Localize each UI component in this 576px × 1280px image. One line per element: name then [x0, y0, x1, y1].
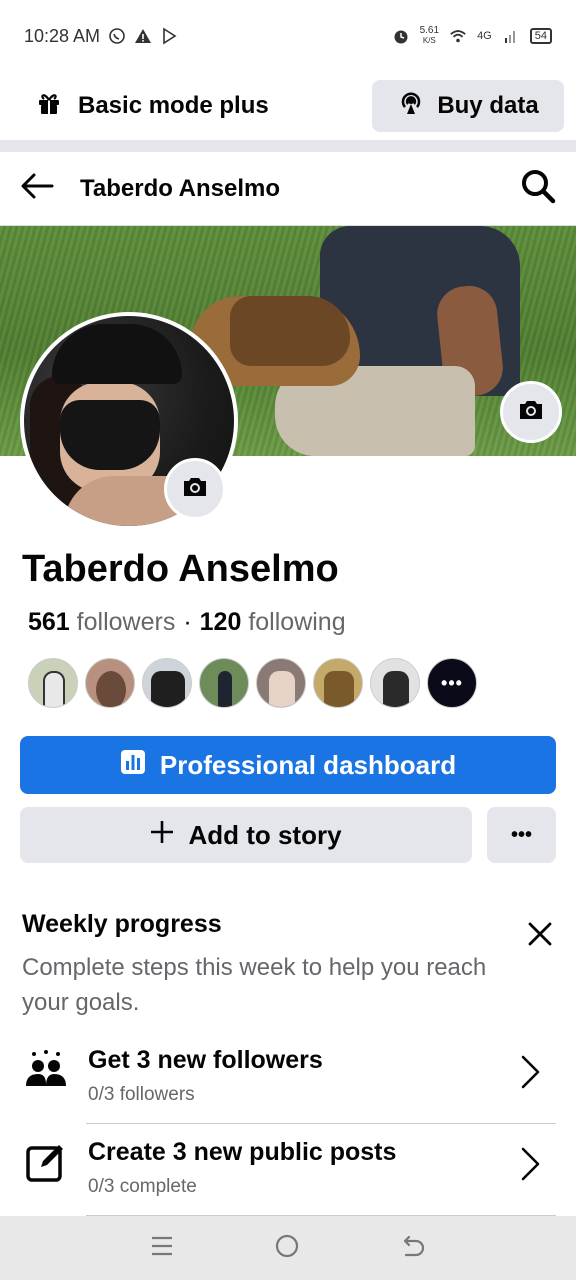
following-stat[interactable]: 120 following: [200, 608, 346, 637]
plus-icon: [150, 820, 174, 851]
whatsapp-icon: [108, 27, 126, 45]
friend-avatar[interactable]: [256, 658, 306, 708]
more-friends-button[interactable]: •••: [427, 658, 477, 708]
avatar-cap: [52, 324, 182, 384]
friend-avatar[interactable]: [199, 658, 249, 708]
camera-icon: [517, 398, 545, 427]
people-icon: [24, 1048, 68, 1092]
wifi-icon: [449, 27, 467, 45]
status-bar: 10:28 AM 5.61 K/S 4G 54: [0, 0, 576, 72]
chevron-right-icon: [518, 1054, 542, 1095]
close-icon[interactable]: [526, 920, 554, 953]
buy-data-text: Buy data: [437, 92, 539, 119]
friend-avatars: •••: [28, 658, 477, 708]
bar-chart-icon: [120, 749, 146, 782]
camera-icon: [181, 475, 209, 504]
task-subtitle: 0/3 complete: [88, 1176, 197, 1197]
system-nav-bar: [0, 1216, 576, 1280]
task-item-followers[interactable]: Get 3 new followers 0/3 followers: [0, 1032, 576, 1124]
task-title: Create 3 new public posts: [88, 1138, 397, 1166]
edit-icon: [24, 1140, 68, 1184]
search-icon[interactable]: [520, 168, 556, 209]
stats-separator: ·: [183, 608, 192, 636]
weekly-progress-description: Complete steps this week to help you rea…: [22, 954, 487, 1016]
following-label: following: [248, 608, 346, 636]
followers-stat[interactable]: 561 followers: [28, 608, 175, 637]
back-icon[interactable]: [400, 1233, 426, 1264]
friend-avatar[interactable]: [142, 658, 192, 708]
avatar-camera-button[interactable]: [164, 458, 226, 520]
add-to-story-label: Add to story: [188, 819, 342, 850]
friend-avatar[interactable]: [313, 658, 363, 708]
broadcast-icon: [397, 89, 425, 124]
friend-avatar[interactable]: [28, 658, 78, 708]
task-title: Get 3 new followers: [88, 1046, 323, 1074]
menu-icon[interactable]: [150, 1234, 174, 1263]
friend-avatar[interactable]: [370, 658, 420, 708]
basic-mode-text: Basic mode plus: [78, 92, 269, 119]
buy-data-button[interactable]: Buy data: [372, 80, 564, 132]
net-speed-unit: K/S: [422, 36, 436, 45]
section-divider: [0, 140, 576, 152]
gift-icon: [36, 90, 62, 123]
header-title: Taberdo Anselmo: [80, 174, 281, 202]
chevron-right-icon: [518, 1146, 542, 1187]
friend-avatar[interactable]: [85, 658, 135, 708]
cover-camera-button[interactable]: [500, 381, 562, 443]
add-to-story-button[interactable]: Add to story: [20, 807, 472, 863]
cover-dog-head: [230, 296, 350, 366]
followers-count: 561: [28, 608, 70, 636]
avatar-mask: [60, 400, 160, 470]
home-icon[interactable]: [274, 1233, 300, 1264]
alarm-icon: [392, 27, 410, 45]
profile-name: Taberdo Anselmo: [22, 548, 339, 590]
signal-icon: [502, 27, 520, 45]
task-subtitle: 0/3 followers: [88, 1084, 195, 1105]
follow-stats: 561 followers · 120 following: [28, 608, 346, 637]
net-speed-value: 5.61: [419, 25, 440, 36]
play-store-icon: [160, 27, 178, 45]
warning-icon: [134, 27, 152, 45]
following-count: 120: [199, 608, 242, 636]
professional-dashboard-label: Professional dashboard: [159, 749, 457, 780]
followers-label: followers: [76, 608, 176, 636]
profile-header: Taberdo Anselmo: [0, 152, 576, 226]
network-type: 4G: [477, 30, 492, 42]
net-speed: 5.61 K/S: [420, 26, 439, 46]
basic-mode-label[interactable]: Basic mode plus: [36, 90, 269, 123]
back-arrow-icon[interactable]: [20, 171, 54, 206]
more-options-button[interactable]: •••: [487, 807, 556, 863]
status-time: 10:28 AM: [24, 25, 101, 46]
weekly-progress-title: Weekly progress: [22, 910, 222, 938]
task-item-posts[interactable]: Create 3 new public posts 0/3 complete: [0, 1124, 576, 1216]
battery-icon: 54: [529, 28, 552, 44]
basic-mode-bar: Basic mode plus Buy data: [0, 72, 576, 140]
professional-dashboard-button[interactable]: Professional dashboard: [20, 736, 556, 794]
